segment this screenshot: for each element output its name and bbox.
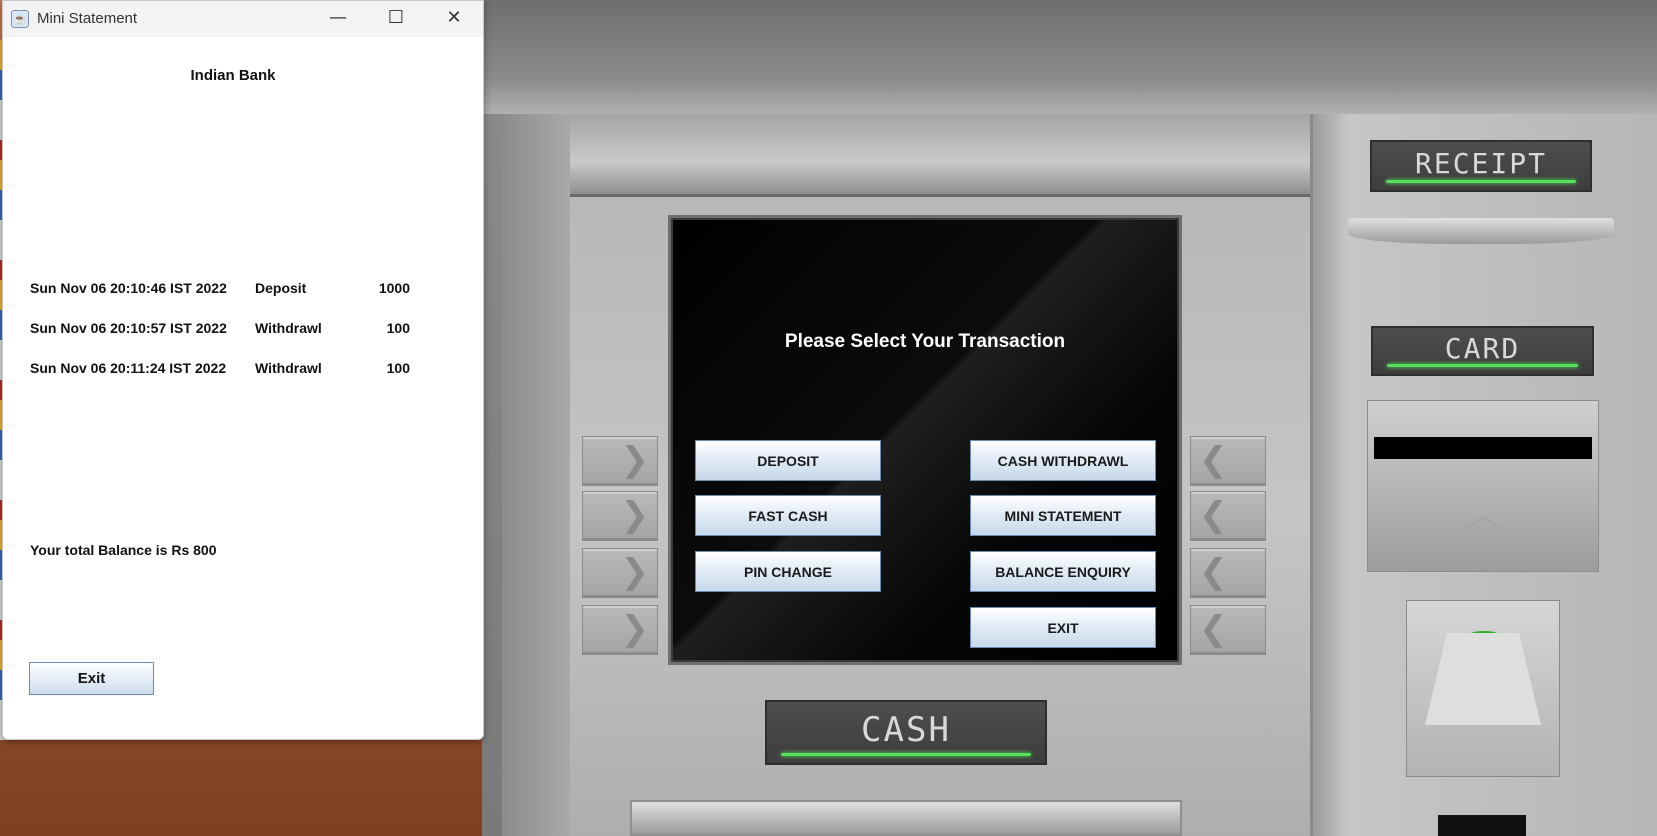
cash-label: CASH bbox=[861, 710, 951, 750]
receipt-label: RECEIPT bbox=[1414, 147, 1547, 180]
exit-button[interactable]: Exit bbox=[29, 662, 154, 695]
cash-led bbox=[781, 753, 1031, 756]
atm-top-canopy bbox=[482, 0, 1657, 114]
card-led bbox=[1387, 364, 1578, 367]
transaction-amount: 1000 bbox=[378, 280, 410, 296]
atm-screen-bezel bbox=[570, 114, 1310, 197]
right-side-key-2[interactable]: ❮ bbox=[1190, 491, 1266, 541]
right-side-key-3[interactable]: ❮ bbox=[1190, 548, 1266, 598]
screen-title: Please Select Your Transaction bbox=[784, 331, 1066, 352]
card-slot[interactable]: ︿ bbox=[1367, 400, 1599, 572]
right-side-key-4[interactable]: ❮ bbox=[1190, 605, 1266, 655]
title-bar: ☕ Mini Statement — ☐ ✕ bbox=[3, 1, 483, 37]
mini-statement-window: ☕ Mini Statement — ☐ ✕ Indian Bank Sun N… bbox=[2, 0, 484, 740]
transaction-type: Withdrawl bbox=[255, 320, 322, 336]
transaction-type: Withdrawl bbox=[255, 360, 322, 376]
cash-dispenser-box bbox=[1406, 600, 1560, 777]
pin-change-button[interactable]: PIN CHANGE bbox=[695, 551, 881, 592]
receipt-led bbox=[1386, 180, 1576, 183]
transaction-date: Sun Nov 06 20:10:46 IST 2022 bbox=[30, 280, 227, 296]
java-icon: ☕ bbox=[11, 10, 29, 28]
balance-enquiry-button[interactable]: BALANCE ENQUIRY bbox=[970, 551, 1156, 592]
card-panel: CARD bbox=[1371, 326, 1594, 376]
fast-cash-button[interactable]: FAST CASH bbox=[695, 495, 881, 536]
minimize-button[interactable]: — bbox=[309, 1, 367, 37]
left-side-key-3[interactable]: ❯ bbox=[582, 548, 658, 598]
transaction-date: Sun Nov 06 20:11:24 IST 2022 bbox=[30, 360, 227, 376]
exit-atm-button[interactable]: EXIT bbox=[970, 607, 1156, 648]
bottom-slot bbox=[1438, 815, 1526, 836]
cash-panel: CASH bbox=[765, 700, 1047, 765]
close-button[interactable]: ✕ bbox=[425, 1, 483, 37]
transaction-type: Deposit bbox=[255, 280, 307, 296]
left-side-key-1[interactable]: ❯ bbox=[582, 436, 658, 486]
cash-slot bbox=[630, 800, 1182, 836]
chevron-up-icon: ︿ bbox=[1463, 491, 1503, 537]
window-title: Mini Statement bbox=[37, 10, 138, 27]
mini-statement-button[interactable]: MINI STATEMENT bbox=[970, 495, 1156, 536]
maximize-button[interactable]: ☐ bbox=[367, 1, 425, 37]
left-side-key-4[interactable]: ❯ bbox=[582, 605, 658, 655]
right-side-key-1[interactable]: ❮ bbox=[1190, 436, 1266, 486]
left-side-key-2[interactable]: ❯ bbox=[582, 491, 658, 541]
atm-screen: Please Select Your Transaction DEPOSIT C… bbox=[668, 215, 1182, 665]
bank-name: Indian Bank bbox=[190, 67, 276, 84]
cash-withdrawl-button[interactable]: CASH WITHDRAWL bbox=[970, 440, 1156, 481]
card-slot-opening bbox=[1374, 437, 1592, 459]
transaction-amount: 100 bbox=[386, 360, 410, 376]
cash-box-tray bbox=[1425, 633, 1541, 725]
transaction-amount: 100 bbox=[386, 320, 410, 336]
transaction-date: Sun Nov 06 20:10:57 IST 2022 bbox=[30, 320, 227, 336]
balance-text: Your total Balance is Rs 800 bbox=[30, 542, 217, 558]
card-label: CARD bbox=[1444, 332, 1521, 365]
deposit-button[interactable]: DEPOSIT bbox=[695, 440, 881, 481]
receipt-slot bbox=[1348, 218, 1614, 244]
receipt-panel: RECEIPT bbox=[1370, 140, 1592, 192]
